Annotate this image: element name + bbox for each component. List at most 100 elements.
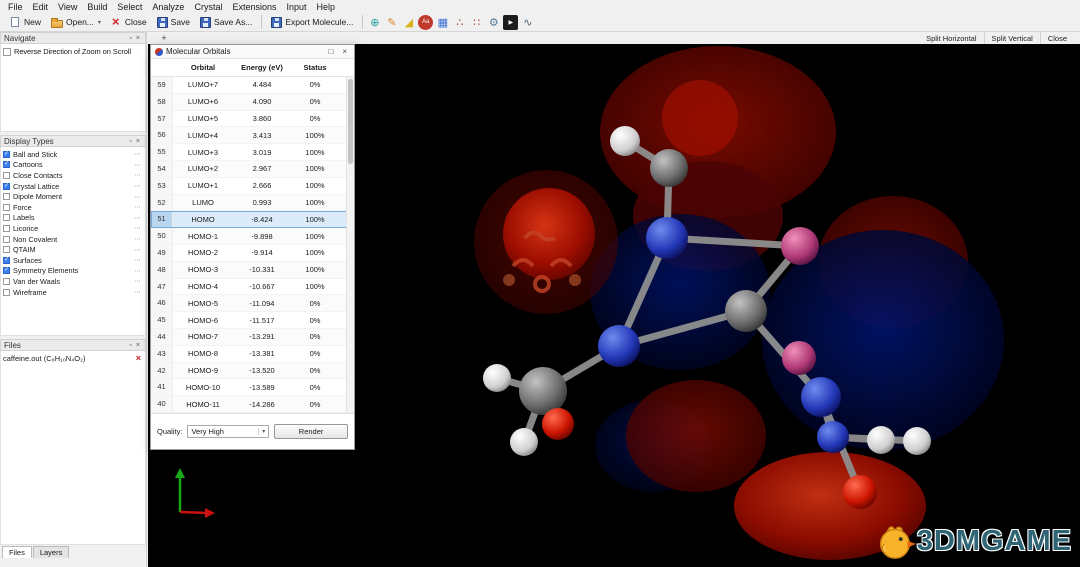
panel-close-button[interactable]: × (134, 35, 142, 42)
template-tool-icon[interactable]: ⚙ (486, 15, 501, 30)
viewport-action-button[interactable]: Close (1040, 32, 1074, 44)
quality-select[interactable]: Very High ▾ (187, 425, 269, 438)
display-type-options-button[interactable]: ⋯ (134, 150, 143, 158)
display-type-row[interactable]: Van der Waals ⋯ (3, 276, 143, 287)
display-type-checkbox[interactable] (3, 267, 10, 274)
draw-tool-icon[interactable]: ✎ (384, 15, 399, 30)
display-type-row[interactable]: Non Covalent ⋯ (3, 234, 143, 245)
export-molecule-button[interactable]: Export Molecule... (266, 16, 358, 29)
save-as-button[interactable]: Save As... (195, 16, 257, 29)
menu-item[interactable]: Crystal (189, 2, 227, 12)
display-type-checkbox[interactable] (3, 278, 10, 285)
display-type-row[interactable]: Force ⋯ (3, 202, 143, 213)
display-type-options-button[interactable]: ⋯ (134, 224, 143, 232)
open-button[interactable]: Open... (46, 16, 106, 29)
display-type-options-button[interactable]: ⋯ (134, 193, 143, 201)
navigate-tool-icon[interactable]: ⊕ (367, 15, 382, 30)
table-scrollbar[interactable] (346, 77, 354, 413)
display-type-row[interactable]: Licorice ⋯ (3, 223, 143, 234)
orbital-row[interactable]: 51 HOMO -8.424 100% (151, 211, 354, 228)
display-type-checkbox[interactable] (3, 246, 10, 253)
orbital-row[interactable]: 57 LUMO+5 3.860 0% (151, 111, 354, 128)
remove-file-button[interactable]: × (134, 353, 143, 363)
sidebar-tab[interactable]: Layers (33, 546, 70, 558)
display-type-options-button[interactable]: ⋯ (134, 161, 143, 169)
select-tool-icon[interactable]: ▦ (435, 15, 450, 30)
label-tool-icon[interactable]: Aa (418, 15, 433, 30)
close-button[interactable]: Close (106, 16, 152, 29)
menu-item[interactable]: Extensions (227, 2, 281, 12)
display-type-checkbox[interactable] (3, 236, 10, 243)
orbital-row[interactable]: 54 LUMO+2 2.967 100% (151, 161, 354, 178)
menu-item[interactable]: Analyze (147, 2, 189, 12)
menu-item[interactable]: View (53, 2, 82, 12)
orbital-row[interactable]: 42 HOMO-9 -13.520 0% (151, 363, 354, 380)
orbital-row[interactable]: 41 HOMO-10 -13.589 0% (151, 379, 354, 396)
orbital-row[interactable]: 50 HOMO-1 -9.898 100% (151, 228, 354, 245)
display-type-checkbox[interactable] (3, 225, 10, 232)
menu-item[interactable]: Input (282, 2, 312, 12)
display-type-options-button[interactable]: ⋯ (134, 256, 143, 264)
display-type-row[interactable]: Symmetry Elements ⋯ (3, 266, 143, 277)
orbital-row[interactable]: 44 HOMO-7 -13.291 0% (151, 329, 354, 346)
file-list-item[interactable]: caffeine.out (C₈H₁₀N₄O₂) × (3, 353, 143, 363)
display-type-row[interactable]: Surfaces ⋯ (3, 255, 143, 266)
display-type-row[interactable]: Cartoons ⋯ (3, 160, 143, 171)
orbital-row[interactable]: 45 HOMO-6 -11.517 0% (151, 312, 354, 329)
orbital-row[interactable]: 58 LUMO+6 4.090 0% (151, 94, 354, 111)
display-type-checkbox[interactable] (3, 204, 10, 211)
measure-tool-icon[interactable]: ◢ (401, 15, 416, 30)
sidebar-tab[interactable]: Files (2, 546, 32, 558)
panel-close-button[interactable]: × (134, 342, 142, 349)
menu-item[interactable]: Select (112, 2, 147, 12)
display-type-checkbox[interactable] (3, 214, 10, 221)
panel-close-button[interactable]: × (134, 138, 142, 145)
display-type-checkbox[interactable] (3, 161, 10, 168)
orbital-row[interactable]: 55 LUMO+3 3.019 100% (151, 144, 354, 161)
display-type-options-button[interactable]: ⋯ (134, 267, 143, 275)
new-view-tab-button[interactable]: + (159, 33, 169, 43)
viewport-action-button[interactable]: Split Horizontal (919, 32, 983, 44)
display-type-checkbox[interactable] (3, 193, 10, 200)
reverse-zoom-checkbox[interactable] (3, 48, 11, 56)
render-button[interactable]: Render (274, 424, 348, 439)
menu-item[interactable]: Edit (28, 2, 54, 12)
display-type-row[interactable]: Labels ⋯ (3, 213, 143, 224)
dialog-close-button[interactable]: × (339, 47, 350, 56)
display-type-row[interactable]: Ball and Stick ⋯ (3, 149, 143, 160)
orbital-row[interactable]: 43 HOMO-8 -13.381 0% (151, 346, 354, 363)
orbital-row[interactable]: 49 HOMO-2 -9.914 100% (151, 245, 354, 262)
dialog-titlebar[interactable]: Molecular Orbitals □ × (151, 45, 354, 59)
display-type-checkbox[interactable] (3, 151, 10, 158)
display-type-row[interactable]: QTAIM ⋯ (3, 244, 143, 255)
display-type-checkbox[interactable] (3, 289, 10, 296)
plot-tool-icon[interactable]: ∿ (520, 15, 535, 30)
display-type-options-button[interactable]: ⋯ (134, 214, 143, 222)
orbital-row[interactable]: 52 LUMO 0.993 100% (151, 195, 354, 212)
orbital-row[interactable]: 40 HOMO-11 -14.286 0% (151, 396, 354, 413)
orbital-row[interactable]: 56 LUMO+4 3.413 100% (151, 127, 354, 144)
display-type-row[interactable]: Close Contacts ⋯ (3, 170, 143, 181)
display-type-options-button[interactable]: ⋯ (134, 171, 143, 179)
scrollbar-thumb[interactable] (348, 79, 353, 164)
display-type-checkbox[interactable] (3, 172, 10, 179)
save-button[interactable]: Save (152, 16, 195, 29)
display-type-options-button[interactable]: ⋯ (134, 288, 143, 296)
align-tool-icon[interactable]: ∷ (469, 15, 484, 30)
orbital-row[interactable]: 47 HOMO-4 -10.667 100% (151, 279, 354, 296)
menu-item[interactable]: Build (82, 2, 112, 12)
viewport-action-button[interactable]: Split Vertical (984, 32, 1040, 44)
dialog-maximize-button[interactable]: □ (325, 47, 336, 56)
display-type-row[interactable]: Crystal Lattice ⋯ (3, 181, 143, 192)
new-button[interactable]: New (4, 16, 46, 28)
manipulate-tool-icon[interactable]: ∴ (452, 15, 467, 30)
display-type-options-button[interactable]: ⋯ (134, 246, 143, 254)
orbital-row[interactable]: 53 LUMO+1 2.666 100% (151, 178, 354, 195)
display-type-checkbox[interactable] (3, 257, 10, 264)
display-type-row[interactable]: Dipole Moment ⋯ (3, 191, 143, 202)
orbital-row[interactable]: 59 LUMO+7 4.484 0% (151, 77, 354, 94)
orbital-row[interactable]: 46 HOMO-5 -11.094 0% (151, 295, 354, 312)
display-type-options-button[interactable]: ⋯ (134, 182, 143, 190)
reverse-zoom-row[interactable]: Reverse Direction of Zoom on Scroll (3, 47, 143, 56)
display-type-options-button[interactable]: ⋯ (134, 203, 143, 211)
